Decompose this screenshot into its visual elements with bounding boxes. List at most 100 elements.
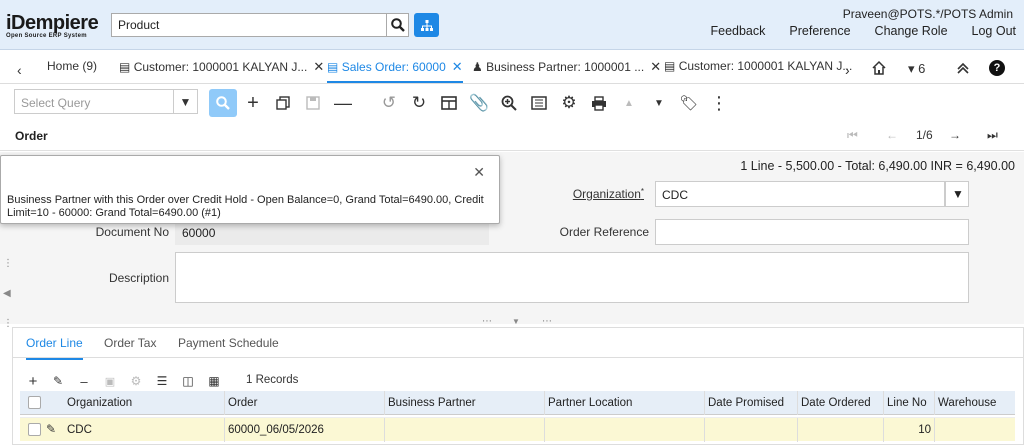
column-header[interactable]: Date Ordered (798, 391, 884, 415)
refresh-button[interactable]: ↻ (405, 89, 433, 117)
user-role-label[interactable]: Praveen@POTS.*/POTS Admin (843, 7, 1013, 21)
last-record-icon[interactable]: ⏭ (987, 128, 998, 143)
find-button[interactable] (209, 89, 237, 117)
report-icon (531, 96, 547, 110)
column-header[interactable]: Business Partner (385, 391, 545, 415)
grid-table-button[interactable]: ▦ (207, 373, 221, 389)
column-header[interactable]: Organization (64, 391, 225, 415)
collapse-left-icon[interactable]: ◀ (3, 288, 11, 299)
triangle-down-icon: ▼ (654, 97, 664, 109)
save-icon (306, 96, 320, 110)
grid-save-button[interactable]: ▣ (103, 373, 117, 389)
caret-down-icon[interactable]: ▼ (512, 317, 520, 326)
tabs-scroll-right-icon[interactable]: › (845, 62, 850, 78)
grid-new-button[interactable]: + (26, 373, 40, 390)
organization-dropdown[interactable]: ▼ (945, 181, 969, 207)
record-nav-bar: Order ⏮ ← 1/6 → ⏭ (0, 121, 1024, 151)
close-icon[interactable]: ✕ (313, 59, 324, 74)
next-record-button[interactable]: ▼ (645, 89, 673, 117)
grid-checklist-button[interactable]: ☰ (155, 373, 169, 389)
tab-business-partner[interactable]: ♟ Business Partner: 1000001 ... ✕ (472, 59, 661, 83)
tab-sales-order[interactable]: ▤ Sales Order: 60000 ✕ (327, 59, 463, 83)
order-reference-field[interactable] (655, 219, 969, 245)
copy-button[interactable] (269, 89, 297, 117)
column-header[interactable]: Partner Location (545, 391, 705, 415)
cell-business-partner[interactable] (385, 418, 545, 442)
prev-record-button[interactable]: ▲ (615, 89, 643, 117)
edit-row-icon[interactable]: ✎ (46, 422, 56, 436)
first-record-icon[interactable]: ⏮ (847, 128, 858, 143)
logo-subtitle: Open Source ERP System (6, 33, 87, 39)
close-icon[interactable]: ✕ (452, 59, 463, 74)
tab-customer-1[interactable]: ▤ Customer: 1000001 KALYAN J... ✕ (119, 59, 324, 83)
change-role-link[interactable]: Change Role (875, 24, 948, 38)
description-field[interactable] (175, 252, 969, 303)
close-icon[interactable]: ✕ (650, 59, 661, 74)
home-icon[interactable] (871, 60, 887, 79)
more-horizontal-icon[interactable]: ⋯ (482, 316, 492, 327)
organization-label[interactable]: Organization* (560, 187, 644, 201)
cell-date-promised[interactable] (705, 418, 798, 442)
grid-process-button[interactable]: ⚙ (129, 373, 143, 389)
tab-customer-2[interactable]: ▤ Customer: 1000001 KALYAN J... (664, 59, 852, 83)
query-select[interactable]: Select Query ▼ (14, 89, 198, 114)
edit-icon: ✎ (52, 374, 64, 388)
tab-label: Business Partner: 1000001 ... (486, 60, 645, 74)
tab-count-dropdown[interactable]: ▾ 6 (908, 61, 925, 77)
tab-order-tax[interactable]: Order Tax (104, 336, 156, 350)
prev-arrow-icon[interactable]: ← (886, 128, 898, 142)
select-all-checkbox[interactable] (28, 396, 41, 409)
save-button[interactable] (299, 89, 327, 117)
tab-home[interactable]: Home (9) (47, 59, 97, 83)
global-search-input[interactable]: Product (111, 13, 387, 37)
new-record-button[interactable]: + (239, 89, 267, 117)
cell-partner-location[interactable] (545, 418, 705, 442)
menu-tree-button[interactable] (414, 13, 439, 37)
undo-button[interactable]: ↺ (375, 89, 403, 117)
collapse-up-icon[interactable] (955, 60, 971, 79)
cell-organization[interactable]: CDC (64, 418, 225, 442)
table-row[interactable]: ✎ CDC 60000_06/05/2026 10 (20, 417, 1015, 442)
tab-order-line[interactable]: Order Line (26, 336, 83, 360)
zoom-across-button[interactable] (495, 89, 523, 117)
print-button[interactable] (585, 89, 613, 117)
organization-field[interactable]: CDC (655, 181, 945, 207)
attachment-button[interactable]: 📎 (465, 89, 493, 117)
row-checkbox[interactable] (28, 423, 41, 436)
more-menu-button[interactable]: ⋮ (705, 89, 733, 117)
column-header[interactable]: Warehouse (935, 391, 1015, 415)
cell-warehouse[interactable] (935, 418, 1015, 442)
more-horizontal-icon[interactable]: ⋯ (542, 316, 552, 327)
gear-icon: ⚙ (561, 93, 577, 112)
grid-toggle-button[interactable] (435, 89, 463, 117)
dropdown-button[interactable]: ▼ (173, 90, 197, 113)
logo[interactable]: iDempiere Open Source ERP System (6, 13, 99, 39)
splitter-handle-icon[interactable]: ⋮ (3, 258, 13, 269)
search-button[interactable] (387, 13, 409, 37)
grid-columns-button[interactable]: ◫ (181, 373, 195, 389)
report-button[interactable] (525, 89, 553, 117)
process-button[interactable]: ⚙ (555, 89, 583, 117)
table-icon: ▦ (208, 374, 220, 388)
close-icon[interactable]: ✕ (473, 164, 485, 181)
save-icon: ▣ (104, 375, 116, 388)
tab-payment-schedule[interactable]: Payment Schedule (178, 336, 279, 350)
preference-link[interactable]: Preference (789, 24, 850, 38)
grid-edit-button[interactable]: ✎ (51, 373, 65, 389)
tag-button[interactable]: 🏷 (675, 89, 703, 117)
next-arrow-icon[interactable]: → (949, 128, 961, 142)
grid-delete-button[interactable]: – (77, 373, 91, 389)
column-header[interactable]: Date Promised (705, 391, 798, 415)
help-icon[interactable]: ? (989, 60, 1005, 76)
cell-order[interactable]: 60000_06/05/2026 (225, 418, 385, 442)
column-header[interactable]: Line No (884, 391, 935, 415)
column-header[interactable]: Order (225, 391, 385, 415)
cell-date-ordered[interactable] (798, 418, 884, 442)
cell-line-no[interactable]: 10 (884, 418, 935, 442)
logout-link[interactable]: Log Out (972, 24, 1016, 38)
feedback-link[interactable]: Feedback (710, 24, 765, 38)
records-count: 1 Records (246, 374, 299, 386)
copy-icon (276, 96, 290, 110)
delete-button[interactable]: — (329, 89, 357, 117)
tabs-scroll-left-icon[interactable]: ‹ (17, 62, 22, 78)
